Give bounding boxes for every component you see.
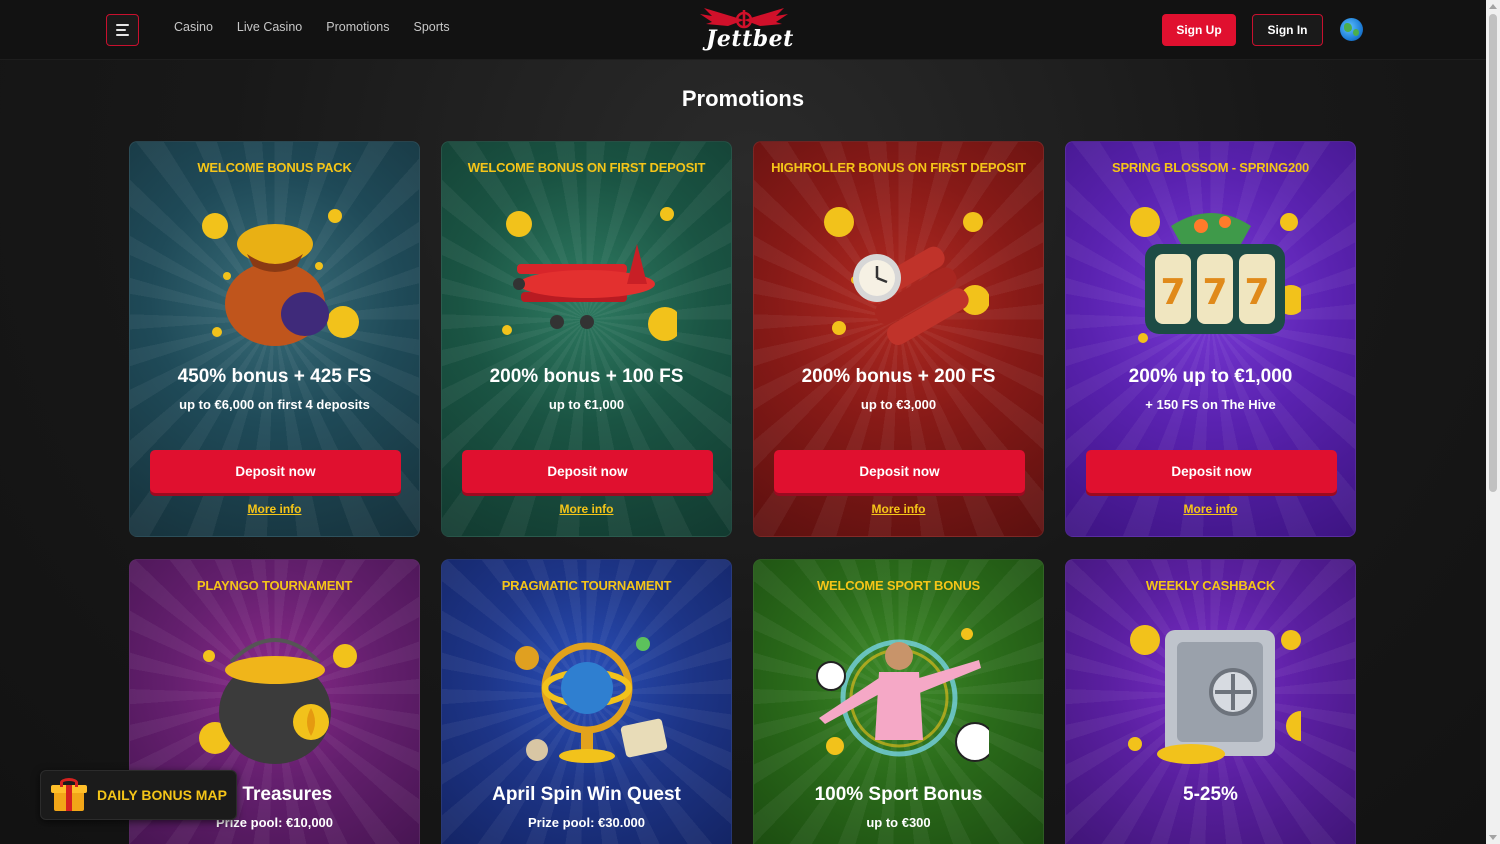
jettbet-logo[interactable]: Jettbet	[698, 2, 793, 58]
sign-up-button[interactable]: Sign Up	[1162, 14, 1236, 46]
hamburger-menu-icon[interactable]	[106, 14, 139, 46]
promo-card-weekly-cashback: WEEKLY CASHBACK 5-25%	[1065, 559, 1356, 844]
svg-text:7: 7	[1202, 272, 1227, 313]
page: Casino Live Casino Promotions Sports Jet…	[0, 0, 1500, 844]
promo-subtitle: + 150 FS on The Hive	[1145, 397, 1276, 412]
promo-card-welcome-sport-bonus: WELCOME SPORT BONUS 100% Sport Bonus up …	[753, 559, 1044, 844]
promo-card-welcome-bonus-pack: WELCOME BONUS PACK 450% bonus + 425 FS u…	[129, 141, 420, 537]
gold-sack-icon	[201, 209, 359, 346]
more-info-link[interactable]: More info	[130, 502, 419, 516]
promo-title: HIGHROLLER BONUS ON FIRST DEPOSIT	[771, 160, 1026, 175]
promo-subtitle: up to €300	[866, 815, 931, 830]
pot-of-gold-icon	[198, 638, 357, 764]
football-player-icon	[815, 628, 989, 762]
main-nav: Casino Live Casino Promotions Sports	[174, 20, 450, 34]
deposit-now-button[interactable]: Deposit now	[774, 450, 1025, 493]
deposit-now-button[interactable]: Deposit now	[1086, 450, 1337, 493]
promo-subtitle: up to €3,000	[860, 397, 937, 412]
nav-casino[interactable]: Casino	[174, 20, 213, 34]
gift-icon	[51, 778, 87, 812]
daily-bonus-map-button[interactable]: DAILY BONUS MAP	[40, 770, 237, 820]
nav-sports[interactable]: Sports	[413, 20, 449, 34]
promo-headline: 5-25%	[1183, 784, 1238, 805]
dynamite-clock-icon	[823, 207, 989, 345]
sign-in-button[interactable]: Sign In	[1252, 14, 1323, 46]
scroll-down-arrow-icon[interactable]	[1489, 835, 1497, 840]
promo-headline: 450% bonus + 425 FS	[177, 366, 372, 387]
promo-headline: 100% Sport Bonus	[814, 784, 983, 805]
promo-title: WELCOME SPORT BONUS	[816, 578, 981, 593]
promo-title: WELCOME BONUS PACK	[197, 160, 352, 175]
promo-card-pragmatic-tournament: PRAGMATIC TOURNAMENT April Spin Win Ques…	[441, 559, 732, 844]
armillary-globe-icon	[514, 637, 667, 763]
svg-text:7: 7	[1160, 272, 1185, 313]
scrollbar-thumb[interactable]	[1489, 14, 1497, 492]
promo-headline: 200% bonus + 100 FS	[489, 366, 684, 387]
more-info-link[interactable]: More info	[1066, 502, 1355, 516]
red-biplane-icon	[501, 207, 677, 341]
promo-headline: 200% up to €1,000	[1128, 366, 1293, 387]
promo-title: WEEKLY CASHBACK	[1145, 578, 1276, 593]
promo-title: WELCOME BONUS ON FIRST DEPOSIT	[467, 160, 706, 175]
page-title: Promotions	[681, 86, 805, 111]
safe-vault-icon	[1127, 625, 1301, 764]
promo-title: PRAGMATIC TOURNAMENT	[501, 578, 672, 593]
globe-icon[interactable]	[1340, 18, 1363, 41]
promo-card-welcome-first-deposit: WELCOME BONUS ON FIRST DEPOSIT 200% bonu…	[441, 141, 732, 537]
more-info-link[interactable]: More info	[442, 502, 731, 516]
promo-card-highroller: HIGHROLLER BONUS ON FIRST DEPOSIT 200% b…	[753, 141, 1044, 537]
promo-subtitle: Prize pool: €30.000	[527, 815, 646, 830]
deposit-now-button[interactable]: Deposit now	[462, 450, 713, 493]
promo-card-spring-blossom: SPRING BLOSSOM - SPRING200 7 7 7 200% up…	[1065, 141, 1356, 537]
more-info-link[interactable]: More info	[754, 502, 1043, 516]
nav-promotions[interactable]: Promotions	[326, 20, 389, 34]
promo-title: PLAYNGO TOURNAMENT	[196, 578, 353, 593]
promo-subtitle: up to €6,000 on first 4 deposits	[179, 397, 370, 412]
promo-headline: April Spin Win Quest	[492, 784, 681, 805]
logo-text: Jettbet	[706, 26, 794, 52]
nav-live-casino[interactable]: Live Casino	[237, 20, 302, 34]
deposit-now-button[interactable]: Deposit now	[150, 450, 401, 493]
vertical-scrollbar[interactable]	[1486, 0, 1500, 844]
scroll-up-arrow-icon[interactable]	[1489, 4, 1497, 9]
promo-headline: 200% bonus + 200 FS	[801, 366, 996, 387]
slot-machine-777-icon: 7 7 7	[1129, 207, 1301, 343]
svg-text:7: 7	[1244, 272, 1269, 313]
promo-title: SPRING BLOSSOM - SPRING200	[1111, 160, 1310, 175]
daily-bonus-map-label: DAILY BONUS MAP	[97, 787, 227, 803]
top-header: Casino Live Casino Promotions Sports Jet…	[0, 0, 1486, 60]
promo-subtitle: up to €1,000	[548, 397, 625, 412]
